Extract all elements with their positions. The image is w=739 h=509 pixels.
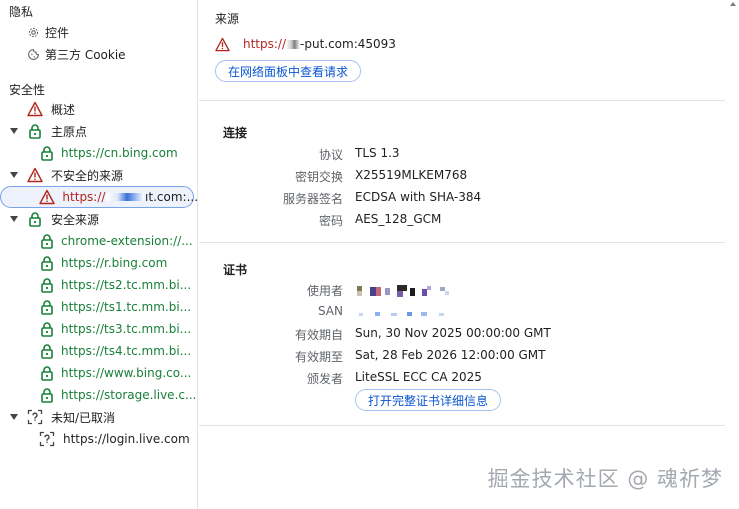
lock-icon <box>38 342 56 360</box>
sidebar-item-label-suffix: ıt.com:... <box>145 190 198 204</box>
divider <box>199 242 725 243</box>
certificate-section-title: 证书 <box>223 263 248 277</box>
sidebar-item-third-party-cookie[interactable]: 第三方 Cookie <box>0 43 198 65</box>
redacted-subject <box>355 285 453 297</box>
lock-icon <box>38 386 56 404</box>
origin-url: https:// -put.com:45093 <box>243 37 396 51</box>
sidebar-item-origin[interactable]: https://ts3.tc.mm.bi... <box>0 318 198 340</box>
protocol-value: TLS 1.3 <box>355 146 400 160</box>
sidebar-item-label: 不安全的来源 <box>51 168 124 183</box>
sidebar-item-origin[interactable]: https://r.bing.com <box>0 252 198 274</box>
expand-arrow-icon[interactable] <box>10 216 18 222</box>
sidebar-item-label: 第三方 Cookie <box>45 47 126 62</box>
warning-icon <box>215 37 230 55</box>
scroll-up-arrow-icon[interactable] <box>729 0 737 8</box>
issuer-label: 颁发者 <box>306 372 343 386</box>
redacted-host <box>286 40 301 49</box>
subject-label: 使用者 <box>306 284 343 298</box>
origin-url-prefix: https:// <box>243 37 287 51</box>
sidebar-item-label: https:// <box>62 190 106 204</box>
sidebar-item-label: https://ts1.tc.mm.bi... <box>61 300 192 314</box>
unknown-icon <box>26 408 44 426</box>
lock-icon <box>38 144 56 162</box>
sidebar-item-label: 未知/已取消 <box>51 410 116 425</box>
sidebar-item-origin[interactable]: https://storage.live.c... <box>0 384 198 406</box>
open-certificate-details-button[interactable]: 打开完整证书详细信息 <box>355 389 501 411</box>
sidebar-item-origin[interactable]: https://ts2.tc.mm.bi... <box>0 274 198 296</box>
sidebar-item-label: 安全来源 <box>51 212 100 227</box>
sidebar-group-unknown[interactable]: 未知/已取消 <box>0 406 198 428</box>
watermark: 掘金技术社区 @ 魂祈梦 <box>487 467 723 491</box>
warning-icon <box>26 100 44 118</box>
expand-arrow-icon[interactable] <box>10 128 18 134</box>
sidebar-item-origin[interactable]: https://cn.bing.com <box>0 142 198 164</box>
sidebar-item-label: https://ts2.tc.mm.bi... <box>61 278 192 292</box>
key-exchange-value: X25519MLKEM768 <box>355 168 468 182</box>
server-signature-label: 服务器签名 <box>282 192 343 206</box>
valid-from-label: 有效期自 <box>294 328 343 342</box>
valid-to-label: 有效期至 <box>294 350 343 364</box>
sidebar-group-insecure-origins[interactable]: 不安全的来源 <box>0 164 198 186</box>
sidebar-item-label: https://cn.bing.com <box>61 146 178 160</box>
sidebar-item-origin[interactable]: https://www.bing.co... <box>0 362 198 384</box>
lock-icon <box>38 320 56 338</box>
sidebar-item-label: https://ts4.tc.mm.bi... <box>61 344 192 358</box>
lock-icon <box>38 364 56 382</box>
expand-arrow-icon[interactable] <box>10 414 18 420</box>
sidebar-group-main-origin[interactable]: 主原点 <box>0 120 198 142</box>
sidebar-item-controls[interactable]: 控件 <box>0 21 198 43</box>
valid-to-value: Sat, 28 Feb 2026 12:00:00 GMT <box>355 348 546 362</box>
connection-section-title: 连接 <box>223 126 248 140</box>
redacted-host <box>106 193 145 201</box>
security-section-title: 安全性 <box>9 83 46 97</box>
origin-url-suffix: -put.com:45093 <box>300 37 396 51</box>
issuer-value: LiteSSL ECC CA 2025 <box>355 370 482 384</box>
lock-icon <box>38 232 56 250</box>
unknown-icon <box>38 430 56 448</box>
lock-icon <box>26 122 44 140</box>
sidebar-item-label: https://storage.live.c... <box>61 388 197 402</box>
origin-section-title: 来源 <box>215 12 240 26</box>
view-in-network-panel-button[interactable]: 在网络面板中查看请求 <box>215 60 361 82</box>
key-exchange-label: 密钥交换 <box>294 170 343 184</box>
origin-details-panel: 来源 https://-put.com:45093 在网络面板中查看请求 连接 … <box>199 0 739 509</box>
security-sidebar: 隐私 控件 第三方 Cookie 安全性 概述 主原点 https://cn.b… <box>0 0 198 509</box>
sidebar-item-origin[interactable]: https://ts1.tc.mm.bi... <box>0 296 198 318</box>
divider <box>199 100 725 101</box>
sidebar-item-label: 概述 <box>51 102 76 117</box>
sidebar-item-label: https://r.bing.com <box>61 256 168 270</box>
cipher-label: 密码 <box>318 214 343 228</box>
sidebar-item-label: https://ts3.tc.mm.bi... <box>61 322 192 336</box>
expand-arrow-icon[interactable] <box>10 172 18 178</box>
san-label: SAN <box>317 304 343 318</box>
privacy-section-title: 隐私 <box>9 5 34 19</box>
lock-icon <box>38 254 56 272</box>
cipher-value: AES_128_GCM <box>355 212 442 226</box>
redacted-san <box>355 308 453 318</box>
lock-icon <box>26 210 44 228</box>
sidebar-item-label: https://login.live.com <box>63 432 190 446</box>
sidebar-item-origin[interactable]: https://ts4.tc.mm.bi... <box>0 340 198 362</box>
protocol-label: 协议 <box>318 148 343 162</box>
divider <box>199 425 725 426</box>
warning-icon <box>38 188 56 206</box>
sidebar-item-origin[interactable]: chrome-extension://... <box>0 230 198 252</box>
sidebar-item-label: https://www.bing.co... <box>61 366 192 380</box>
lock-icon <box>38 298 56 316</box>
lock-icon <box>38 276 56 294</box>
sidebar-group-secure-origins[interactable]: 安全来源 <box>0 208 198 230</box>
sidebar-item-label: 控件 <box>45 25 70 40</box>
warning-icon <box>26 166 44 184</box>
gear-icon <box>24 23 42 41</box>
sidebar-item-label: chrome-extension://... <box>61 234 193 248</box>
server-signature-value: ECDSA with SHA-384 <box>355 190 482 204</box>
valid-from-value: Sun, 30 Nov 2025 00:00:00 GMT <box>355 326 551 340</box>
sidebar-item-insecure-origin[interactable]: https:// ıt.com:... <box>0 186 198 208</box>
sidebar-item-label: 主原点 <box>51 124 88 139</box>
sidebar-item-overview[interactable]: 概述 <box>0 98 198 120</box>
sidebar-item-origin[interactable]: https://login.live.com <box>0 428 198 450</box>
cookie-icon <box>24 45 42 63</box>
